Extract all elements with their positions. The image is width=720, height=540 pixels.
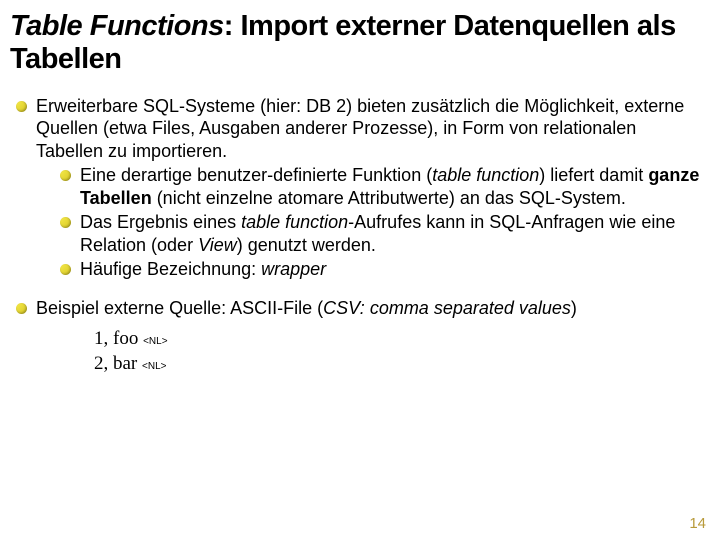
bullet-level1: Erweiterbare SQL-Systeme (hier: DB 2) bi… [14, 95, 700, 281]
title-emphasis: Table Functions [10, 10, 224, 42]
text-italic: table function [241, 212, 348, 232]
text: ) [571, 298, 577, 318]
text-italic: wrapper [261, 259, 326, 279]
bullet-level2: Eine derartige benutzer-definierte Funkt… [58, 164, 700, 209]
text: Häufige Bezeichnung: [80, 259, 261, 279]
bullet-text: Erweiterbare SQL-Systeme (hier: DB 2) bi… [36, 96, 684, 161]
bullet-level2: Das Ergebnis eines table function-Aufruf… [58, 211, 700, 256]
example-line: 2, bar <NL> [94, 352, 700, 377]
text: ) liefert damit [539, 165, 648, 185]
text: ) genutzt werden. [237, 235, 376, 255]
example-text: 1, foo [94, 328, 143, 349]
example-text: 2, bar [94, 353, 142, 374]
bullet-level1: Beispiel externe Quelle: ASCII-File (CSV… [14, 297, 700, 377]
text-italic: CSV: comma separated values [323, 298, 571, 318]
text: Eine derartige benutzer-definierte Funkt… [80, 165, 432, 185]
example-line: 1, foo <NL> [94, 327, 700, 352]
text: Das Ergebnis eines [80, 212, 241, 232]
text-italic: table function [432, 165, 539, 185]
page-number: 14 [689, 515, 706, 532]
text: (nicht einzelne atomare Attributwerte) a… [152, 188, 626, 208]
newline-marker: <NL> [143, 336, 167, 347]
slide-title: Table Functions: Import externer Datenqu… [10, 10, 700, 77]
text: Beispiel externe Quelle: ASCII-File ( [36, 298, 323, 318]
bullet-level2: Häufige Bezeichnung: wrapper [58, 258, 700, 281]
text-italic: View [198, 235, 237, 255]
newline-marker: <NL> [142, 361, 166, 372]
bullet-list: Erweiterbare SQL-Systeme (hier: DB 2) bi… [14, 95, 700, 377]
example-block: 1, foo <NL> 2, bar <NL> [94, 327, 700, 376]
